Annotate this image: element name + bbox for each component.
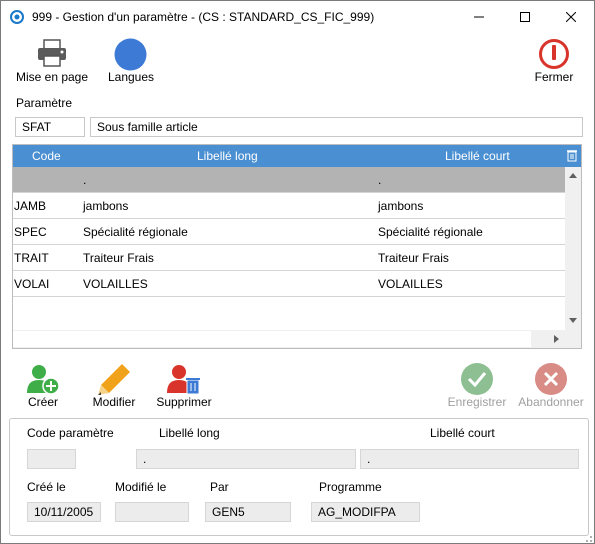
libelle-long-label: Libellé long (159, 426, 220, 440)
parameters-grid: Code Libellé long Libellé court . . JAMB… (12, 144, 582, 349)
window-title: 999 - Gestion d'un paramètre - (CS : STA… (32, 10, 375, 24)
create-button[interactable]: Créer (19, 362, 67, 412)
add-user-icon (27, 365, 60, 395)
save-button[interactable]: Enregistrer (443, 362, 511, 412)
printer-icon (38, 39, 66, 67)
parametre-libelle-field[interactable]: Sous famille article (90, 117, 583, 137)
cell-libelle-court: VOLAILLES (378, 277, 443, 291)
print-setup-button[interactable]: Mise en page (9, 37, 95, 87)
horizontal-scrollbar[interactable] (13, 330, 581, 348)
column-chooser-icon[interactable] (567, 150, 577, 162)
minimize-icon (474, 16, 484, 17)
horizontal-scroll-thumb[interactable] (13, 331, 531, 347)
fermer-button[interactable]: Fermer (523, 37, 585, 87)
table-row[interactable]: SPEC Spécialité régionale Spécialité rég… (13, 219, 565, 245)
cell-libelle-court: Traiteur Frais (378, 251, 449, 265)
by-field: GEN5 (205, 502, 291, 522)
modify-label: Modifier (92, 395, 136, 409)
delete-user-icon (167, 365, 200, 395)
cell-code: VOLAI (14, 277, 50, 291)
maximize-icon (520, 11, 530, 22)
parametre-code-field[interactable]: SFAT (15, 117, 85, 137)
close-window-button[interactable] (548, 1, 594, 32)
delete-label: Supprimer (156, 395, 212, 409)
cancel-x-icon (535, 363, 567, 395)
libelle-court-field[interactable]: . (360, 449, 579, 469)
abandon-button[interactable]: Abandonner (514, 362, 588, 412)
title-bar: 999 - Gestion d'un paramètre - (CS : STA… (1, 1, 594, 32)
by-label: Par (210, 480, 229, 494)
table-row-selected[interactable]: . . (13, 167, 565, 193)
scroll-right-icon[interactable] (554, 335, 559, 343)
code-parametre-field[interactable] (27, 449, 76, 469)
table-row[interactable]: JAMB jambons jambons (13, 193, 565, 219)
scroll-down-icon[interactable] (569, 318, 577, 323)
power-icon (539, 39, 569, 69)
cell-libelle-court: Spécialité régionale (378, 225, 483, 239)
cell-libelle-long: Traiteur Frais (83, 251, 154, 265)
code-parametre-label: Code paramètre (27, 426, 114, 440)
scroll-up-icon[interactable] (569, 173, 577, 178)
languages-label: Langues (107, 70, 155, 84)
cell-libelle-long: jambons (83, 199, 129, 213)
save-label: Enregistrer (447, 395, 507, 409)
abandon-label: Abandonner (518, 395, 584, 409)
check-icon (461, 363, 493, 395)
detail-panel: Code paramètre Libellé long Libellé cour… (9, 418, 589, 536)
cell-code: JAMB (14, 199, 47, 213)
main-window: 999 - Gestion d'un paramètre - (CS : STA… (0, 0, 595, 544)
column-header-libelle-long[interactable]: Libellé long (197, 149, 258, 163)
create-label: Créer (27, 395, 58, 409)
table-row[interactable]: TRAIT Traiteur Frais Traiteur Frais (13, 245, 565, 271)
column-header-libelle-court[interactable]: Libellé court (445, 149, 510, 163)
minimize-button[interactable] (456, 1, 502, 32)
program-field: AG_MODIFPA (311, 502, 420, 522)
maximize-button[interactable] (502, 1, 548, 32)
table-row[interactable]: VOLAI VOLAILLES VOLAILLES (13, 271, 565, 297)
delete-button[interactable]: Supprimer (151, 362, 217, 412)
modified-label: Modifié le (115, 480, 167, 494)
resize-grip-icon[interactable] (581, 531, 593, 543)
globe-icon (114, 38, 147, 71)
cell-libelle-long: . (83, 173, 87, 187)
cell-libelle-long: Spécialité régionale (83, 225, 188, 239)
modify-button[interactable]: Modifier (85, 362, 143, 412)
print-setup-label: Mise en page (15, 70, 89, 84)
app-icon (10, 10, 24, 24)
libelle-long-field[interactable]: . (136, 449, 356, 469)
created-label: Créé le (27, 480, 66, 494)
vertical-scrollbar[interactable] (565, 167, 581, 330)
grid-header: Code Libellé long Libellé court (13, 145, 581, 167)
cell-libelle-court: jambons (378, 199, 424, 213)
created-date-field: 10/11/2005 (27, 502, 101, 522)
parametre-section-label: Paramètre (16, 96, 73, 110)
cell-code: SPEC (14, 225, 47, 239)
modified-date-field (115, 502, 189, 522)
cell-code: TRAIT (14, 251, 49, 265)
cell-libelle-court: . (378, 173, 382, 187)
close-icon (566, 11, 576, 22)
fermer-label: Fermer (534, 70, 574, 84)
column-header-code[interactable]: Code (32, 149, 61, 163)
pencil-icon (98, 364, 130, 395)
cell-libelle-long: VOLAILLES (83, 277, 148, 291)
program-label: Programme (319, 480, 382, 494)
languages-button[interactable]: Langues (100, 37, 162, 87)
libelle-court-label: Libellé court (430, 426, 495, 440)
